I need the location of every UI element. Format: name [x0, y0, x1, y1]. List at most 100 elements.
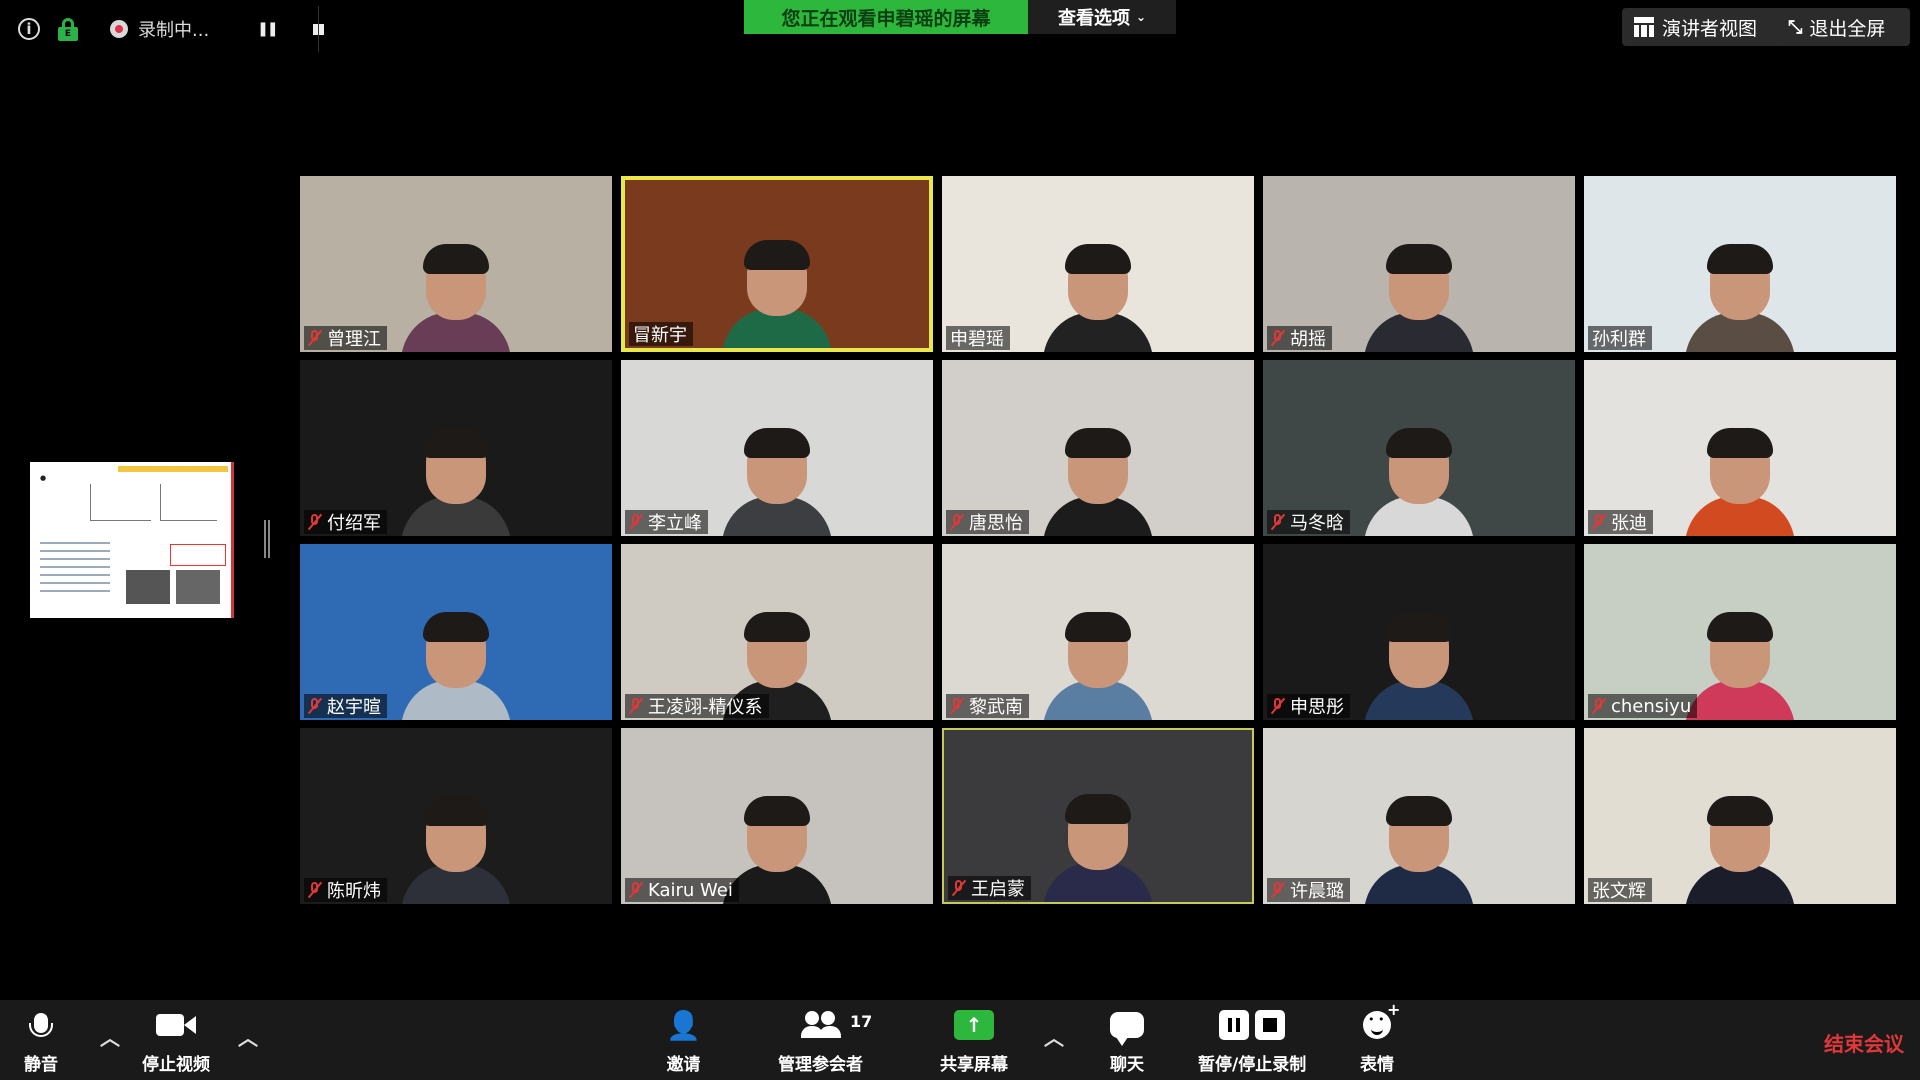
add-person-icon: 👤 [666, 1008, 701, 1042]
share-options-caret-icon[interactable]: ︿ [1044, 1022, 1064, 1051]
participant-name-tag: 张文辉 [1588, 878, 1652, 902]
participant-name: 许晨璐 [1290, 881, 1344, 902]
pause-recording-icon[interactable]: ❚❚ [257, 21, 279, 37]
exit-fullscreen-button[interactable]: ⤡ 退出全屏 [1776, 8, 1910, 46]
view-options-button[interactable]: 查看选项 ⌄ [1028, 0, 1176, 34]
mic-muted-icon [1271, 329, 1285, 347]
chat-label: 聊天 [1110, 1055, 1144, 1075]
participant-tile[interactable]: 马冬晗 [1263, 360, 1575, 536]
participant-tile[interactable]: 张迪 [1584, 360, 1896, 536]
stop-video-button[interactable]: 停止视频 [142, 1006, 210, 1075]
participant-name: 孙利群 [1592, 329, 1646, 350]
divider [318, 6, 319, 52]
chat-bubble-icon [1110, 1012, 1144, 1046]
participant-name-tag: 王凌翊-精仪系 [625, 694, 769, 718]
participant-video-silhouette [1685, 244, 1795, 352]
participant-name-tag: chensiyu [1588, 694, 1698, 718]
participant-count-badge: 17 [850, 1012, 873, 1031]
share-arrow-up-icon: ↑ [954, 1010, 994, 1040]
mic-muted-icon [629, 697, 643, 715]
share-screen-button[interactable]: ↑ 共享屏幕 [940, 1006, 1008, 1075]
participant-tile[interactable]: 王启蒙 [942, 728, 1254, 904]
participant-name-tag: 申思彤 [1267, 694, 1350, 718]
mute-button[interactable]: 静音 [24, 1006, 58, 1075]
participant-video-silhouette [401, 796, 511, 904]
video-options-caret-icon[interactable]: ︿ [238, 1022, 258, 1051]
participant-name-tag: 王启蒙 [948, 876, 1031, 900]
top-bar: i E 录制中... ❚❚ 您正在观看申碧瑶的屏幕 查看选项 ⌄ 演讲者视图 ⤡… [0, 0, 1920, 60]
participant-name: 申碧瑶 [950, 329, 1004, 350]
participant-name-tag: 张迪 [1588, 510, 1653, 534]
plus-icon: + [1387, 1000, 1401, 1019]
exit-fullscreen-icon: ⤡ [1788, 16, 1802, 38]
recording-status-text: 录制中... [138, 20, 210, 41]
participant-name-tag: 唐思怡 [946, 510, 1029, 534]
mic-muted-icon [308, 881, 322, 899]
participant-name: 李立峰 [648, 513, 702, 534]
lock-icon[interactable]: E [58, 18, 78, 41]
participant-tile[interactable]: 申碧瑶 [942, 176, 1254, 352]
participant-tile[interactable]: 张文辉 [1584, 728, 1896, 904]
participant-tile[interactable]: 申思彤 [1263, 544, 1575, 720]
participant-name-tag: 曾理江 [304, 326, 387, 350]
participant-name: 冒新宇 [633, 325, 687, 346]
speaker-view-button[interactable]: 演讲者视图 [1622, 8, 1784, 46]
participant-name-tag: 申碧瑶 [946, 326, 1010, 350]
participant-name-tag: 陈昕炜 [304, 878, 387, 902]
exit-fullscreen-label: 退出全屏 [1809, 17, 1886, 40]
participant-name-tag: Kairu Wei [625, 878, 739, 902]
participant-video-silhouette [722, 428, 832, 536]
participant-name-tag: 冒新宇 [629, 322, 693, 346]
pause-stop-icon [1219, 1010, 1286, 1040]
participant-name: 张文辉 [1592, 881, 1646, 902]
speaker-view-label: 演讲者视图 [1662, 17, 1758, 40]
participant-name: 付绍军 [327, 513, 381, 534]
participant-tile[interactable]: 许晨璐 [1263, 728, 1575, 904]
participant-name: 陈昕炜 [327, 881, 381, 902]
shared-screen-thumbnail[interactable]: ● [30, 462, 234, 618]
viewing-share-banner: 您正在观看申碧瑶的屏幕 [744, 0, 1028, 34]
pause-stop-recording-label: 暂停/停止录制 [1198, 1055, 1307, 1075]
participant-tile[interactable]: chensiyu [1584, 544, 1896, 720]
participant-tile[interactable]: 黎武南 [942, 544, 1254, 720]
stop-video-label: 停止视频 [142, 1055, 210, 1075]
participant-name-tag: 黎武南 [946, 694, 1029, 718]
participant-name: Kairu Wei [648, 879, 733, 901]
reactions-label: 表情 [1360, 1055, 1394, 1075]
participant-video-silhouette [722, 240, 832, 348]
participant-tile[interactable]: Kairu Wei [621, 728, 933, 904]
mic-muted-icon [1271, 697, 1285, 715]
participant-name: 黎武南 [969, 697, 1023, 718]
participant-tile[interactable]: 李立峰 [621, 360, 933, 536]
participant-video-silhouette [401, 244, 511, 352]
participant-tile[interactable]: 孙利群 [1584, 176, 1896, 352]
audio-options-caret-icon[interactable]: ︿ [100, 1022, 120, 1051]
invite-label: 邀请 [666, 1055, 701, 1075]
participant-tile[interactable]: 胡摇 [1263, 176, 1575, 352]
participant-tile[interactable]: 付绍军 [300, 360, 612, 536]
mic-muted-icon [308, 697, 322, 715]
participant-tile[interactable]: 唐思怡 [942, 360, 1254, 536]
end-meeting-button[interactable]: 结束会议 [1824, 1028, 1904, 1057]
participant-tile[interactable]: 王凌翊-精仪系 [621, 544, 933, 720]
participant-name-tag: 胡摇 [1267, 326, 1332, 350]
reactions-button[interactable]: + 表情 [1360, 1000, 1400, 1075]
mic-muted-icon [950, 697, 964, 715]
participant-tile[interactable]: 曾理江 [300, 176, 612, 352]
participant-tile[interactable]: 陈昕炜 [300, 728, 612, 904]
participant-name: 胡摇 [1290, 329, 1326, 350]
participant-tile[interactable]: 冒新宇 [621, 176, 933, 352]
invite-button[interactable]: 👤 邀请 [666, 1006, 701, 1076]
participants-icon [800, 1011, 841, 1039]
participant-video-silhouette [401, 612, 511, 720]
chat-button[interactable]: 聊天 [1110, 1006, 1144, 1075]
participant-name-tag: 许晨璐 [1267, 878, 1350, 902]
participant-video-silhouette [1043, 428, 1153, 536]
mute-label: 静音 [24, 1055, 58, 1075]
participant-tile[interactable]: 赵宇暄 [300, 544, 612, 720]
participant-video-silhouette [1043, 244, 1153, 352]
info-icon[interactable]: i [18, 18, 40, 40]
view-options-label: 查看选项 [1057, 8, 1130, 29]
pause-stop-recording-button[interactable]: 暂停/停止录制 [1198, 1006, 1306, 1075]
thumbnail-drag-handle[interactable] [264, 520, 270, 558]
